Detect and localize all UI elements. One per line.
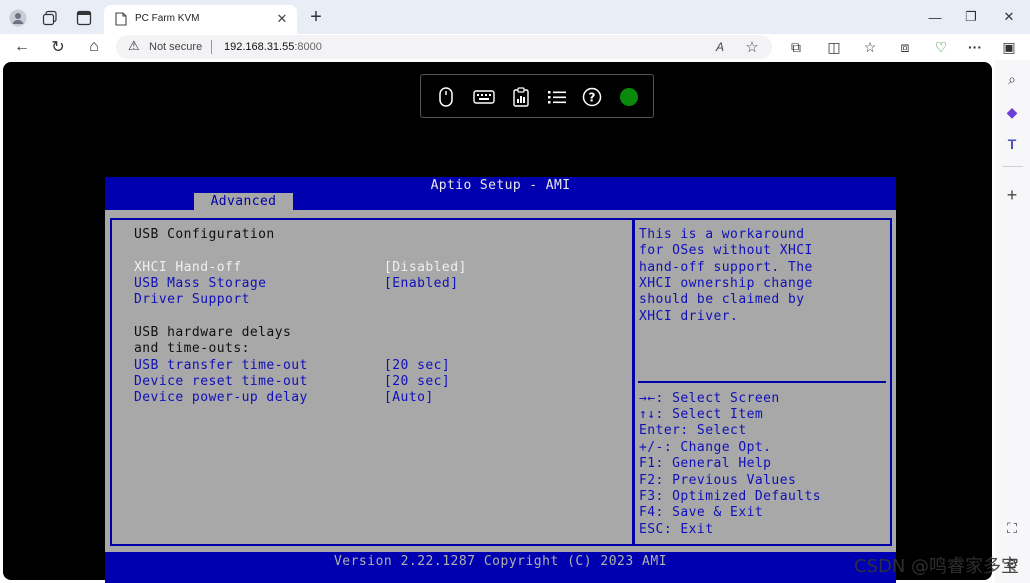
key-legend-line: F2: Previous Values: [639, 473, 797, 488]
help-line: XHCI ownership change: [639, 276, 813, 291]
new-tab-button[interactable]: +: [304, 4, 328, 30]
help-line: XHCI driver.: [639, 309, 739, 324]
help-line: hand-off support. The: [639, 260, 813, 275]
tab-title: PC Farm KVM: [135, 13, 200, 24]
kvm-toolbar: ?: [420, 74, 654, 118]
setting-xhci-handoff-label[interactable]: XHCI Hand-off: [134, 260, 242, 276]
setting-usb-mass-storage-label[interactable]: USB Mass Storage: [134, 276, 266, 292]
setting-driver-support-label[interactable]: Driver Support: [134, 292, 250, 308]
help-line: should be claimed by: [639, 292, 805, 307]
bios-title: Aptio Setup - AMI: [430, 178, 571, 193]
key-legend-line: +/-: Change Opt.: [639, 440, 772, 455]
tab-advanced[interactable]: Advanced: [194, 193, 293, 210]
profile-avatar-icon[interactable]: [4, 4, 32, 32]
favorite-star-icon[interactable]: ☆: [742, 38, 762, 56]
tab-close-icon[interactable]: ✕: [273, 10, 291, 28]
key-legend-line: F4: Save & Exit: [639, 505, 764, 520]
browser-toolbar: ← ↻ ⌂ ⚠ Not secure 192.168.31.55:8000 A …: [0, 34, 1030, 60]
read-aloud-icon[interactable]: A: [710, 38, 730, 56]
search-icon[interactable]: ⌕: [999, 66, 1025, 92]
url-text[interactable]: 192.168.31.55:8000: [224, 41, 322, 53]
address-bar[interactable]: ⚠ Not secure 192.168.31.55:8000 A ☆: [116, 35, 772, 59]
security-label[interactable]: Not secure: [149, 41, 202, 53]
setting-xhci-handoff-value[interactable]: [Disabled]: [384, 260, 467, 276]
copilot-icon[interactable]: ◆: [999, 99, 1025, 125]
help-line: This is a workaround: [639, 227, 805, 242]
home-icon[interactable]: ⌂: [80, 34, 108, 60]
setting-device-reset-timeout-value[interactable]: [20 sec]: [384, 374, 450, 390]
edge-sidebar: ⌕ ◆ T + ⛶ ⚙: [995, 60, 1030, 583]
tab-strip: PC Farm KVM ✕ + — ❐ ✕: [0, 0, 1030, 34]
setting-device-powerup-delay-label[interactable]: Device power-up delay: [134, 390, 308, 406]
screenshot-icon[interactable]: ⛶: [999, 515, 1025, 541]
sidebar-toggle-icon[interactable]: ▣: [996, 34, 1022, 60]
setting-usb-transfer-timeout-value[interactable]: [20 sec]: [384, 358, 450, 374]
setting-device-reset-timeout-label[interactable]: Device reset time-out: [134, 374, 308, 390]
svg-text:?: ?: [589, 91, 596, 105]
mouse-icon[interactable]: [432, 83, 460, 111]
bios-setup-screen: Aptio Setup - AMI Advanced USB Configura…: [105, 177, 896, 583]
help-line: for OSes without XHCI: [639, 243, 813, 258]
key-legend-line: →←: Select Screen: [639, 391, 780, 406]
workspaces-icon[interactable]: [36, 4, 64, 32]
kvm-remote-screen[interactable]: ? Aptio Setup - AMI Advanced USB Configu…: [3, 62, 992, 583]
watermark: CSDN @鸣睿家多宝: [854, 556, 1020, 577]
setting-device-powerup-delay-value[interactable]: [Auto]: [384, 390, 434, 406]
extensions-icon[interactable]: ⧉: [783, 34, 809, 60]
minimize-icon[interactable]: —: [920, 4, 950, 30]
delays-heading-line1: USB hardware delays: [134, 325, 292, 340]
menu-list-icon[interactable]: [543, 83, 571, 111]
more-menu-icon[interactable]: ···: [962, 34, 988, 60]
vertical-tabs-icon[interactable]: [70, 4, 98, 32]
key-legend-line: Enter: Select: [639, 423, 747, 438]
help-icon[interactable]: ?: [578, 83, 606, 111]
section-title: USB Configuration: [134, 227, 275, 242]
key-legend-line: F1: General Help: [639, 456, 772, 471]
clipboard-icon[interactable]: [507, 83, 535, 111]
url-port: :8000: [294, 41, 322, 53]
page-viewport: ? Aptio Setup - AMI Advanced USB Configu…: [0, 60, 995, 583]
sidebar-divider: [1002, 166, 1023, 167]
restore-icon[interactable]: ❐: [956, 4, 986, 30]
back-icon[interactable]: ←: [8, 34, 36, 60]
teams-icon[interactable]: T: [999, 131, 1025, 157]
close-window-icon[interactable]: ✕: [994, 4, 1024, 30]
collections-icon[interactable]: ⧈: [892, 34, 918, 60]
setting-usb-transfer-timeout-label[interactable]: USB transfer time-out: [134, 358, 308, 374]
help-divider: [638, 381, 886, 383]
setting-usb-mass-storage-value[interactable]: [Enabled]: [384, 276, 459, 292]
delays-heading-line2: and time-outs:: [134, 341, 250, 356]
refresh-icon[interactable]: ↻: [44, 34, 72, 60]
warning-icon[interactable]: ⚠: [128, 38, 140, 54]
connection-status-indicator: [620, 88, 638, 106]
key-legend-line: F3: Optimized Defaults: [639, 489, 822, 504]
key-legend-line: ↑↓: Select Item: [639, 407, 764, 422]
address-divider: [211, 40, 212, 54]
page-icon: [115, 12, 127, 31]
keyboard-icon[interactable]: [470, 83, 498, 111]
browser-essentials-icon[interactable]: ♡: [928, 34, 954, 60]
key-legend-line: ESC: Exit: [639, 522, 714, 537]
tab-pc-farm-kvm[interactable]: PC Farm KVM ✕: [104, 5, 297, 34]
url-host: 192.168.31.55: [224, 41, 295, 53]
bios-version: Version 2.22.1287 Copyright (C) 2023 AMI: [333, 554, 668, 569]
add-icon[interactable]: +: [999, 182, 1025, 208]
split-screen-icon[interactable]: ◫: [821, 34, 847, 60]
favorites-icon[interactable]: ☆: [857, 34, 883, 60]
